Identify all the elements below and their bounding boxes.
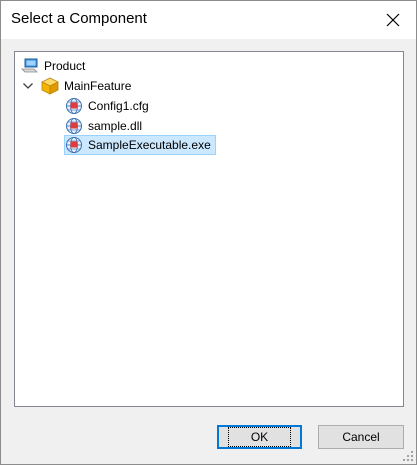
component-tree[interactable]: Product MainFeature Config1.cfg sample.d… (14, 51, 404, 407)
chevron-down-icon[interactable] (22, 80, 34, 92)
select-component-dialog: Select a Component Product MainFeature C… (0, 0, 417, 465)
close-icon (386, 13, 400, 27)
ok-button[interactable]: OK (217, 425, 302, 449)
tree-item-label: SampleExecutable.exe (88, 138, 211, 152)
tree-item-label: sample.dll (88, 119, 143, 133)
component-globe-icon (66, 98, 82, 114)
tree-item-label: Config1.cfg (88, 99, 149, 113)
selection-highlight: SampleExecutable.exe (64, 135, 216, 155)
tree-item-sampleexecutable-exe[interactable]: SampleExecutable.exe (64, 135, 216, 155)
tree-item-config1-cfg[interactable]: Config1.cfg (65, 97, 151, 115)
ok-button-label: OK (227, 427, 292, 447)
package-box-icon (41, 77, 59, 95)
tree-item-sample-dll[interactable]: sample.dll (65, 117, 144, 135)
component-globe-icon (66, 137, 82, 153)
tree-item-mainfeature[interactable]: MainFeature (41, 77, 133, 95)
cancel-button-label: Cancel (342, 430, 380, 444)
tree-item-label: Product (44, 59, 86, 73)
tree-item-product[interactable]: Product (21, 57, 87, 75)
title-bar: Select a Component (1, 1, 416, 39)
cancel-button[interactable]: Cancel (318, 425, 404, 449)
dialog-title: Select a Component (11, 10, 147, 27)
tree-item-label: MainFeature (64, 79, 132, 93)
close-button[interactable] (370, 1, 416, 39)
computer-icon (21, 58, 38, 73)
resize-grip-icon[interactable] (402, 450, 414, 462)
component-globe-icon (66, 118, 82, 134)
